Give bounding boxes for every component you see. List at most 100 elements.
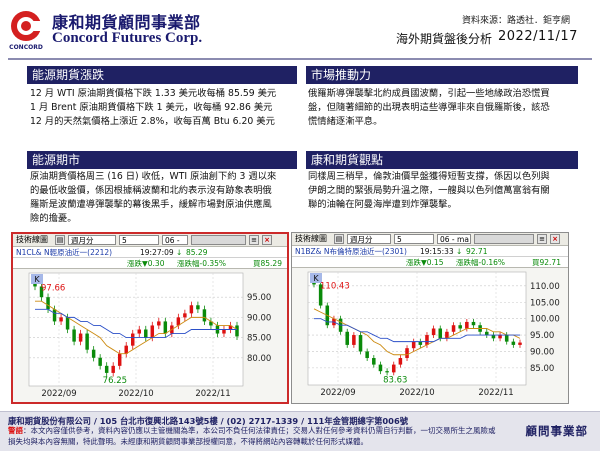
change-bar: 漲跌▼0.15 漲跌幅-0.16% 買92.71 <box>292 257 568 268</box>
disclaimer: 警語：本文內容僅供參考，資料內容仍應以主管機關為準，本公司不負任何法律責任；交易… <box>8 425 498 447</box>
period-select[interactable]: 週月分 <box>68 235 116 245</box>
k-label: K <box>313 274 319 283</box>
candle-body <box>465 321 469 329</box>
close-icon[interactable]: × <box>550 234 560 244</box>
candle-body <box>458 325 462 329</box>
price-chart-svg: 80.00 85.00 90.00 95.00 2022/09 2022/10 2022/1… <box>28 272 271 399</box>
energy-market-line: 的最低收盤價，係因根據稱波蘭和北約表示沒有跡象表明俄 <box>30 185 272 196</box>
outlook-line: 聯的油輪在阿曼海岸遭到炸彈襲擊。 <box>308 199 457 210</box>
price-plot: 85.00 90.00 95.00 100.00 105.00 110.00 2022/09… <box>292 268 568 403</box>
candle-body <box>411 341 416 349</box>
candle-body <box>504 335 509 342</box>
market-drivers-line: 俄羅斯導彈襲擊北約成員國波蘭，引起一些地緣政治恐慌買 <box>308 88 550 99</box>
y-tick-label: 105.00 <box>530 298 560 308</box>
report-date: 2022/11/17 <box>498 29 578 44</box>
disclaimer-text: ：本文內容僅供參考，資料內容仍應以主管機關為準，本公司不負任何法律責任；交易人對… <box>8 426 496 446</box>
price-change-pct: 漲跌幅-0.35% <box>177 259 227 268</box>
candle-body <box>189 305 194 314</box>
y-tick-label: 90.00 <box>530 347 554 357</box>
report-footer: 康和期貨股份有限公司 / 105 台北市復興北路143號5樓 / (02) 27… <box>0 411 600 451</box>
bid-price: 買85.29 <box>253 259 282 268</box>
energy-market-line: 原油期貨價格周三 (16 日) 收低，WTI 原油創下約 3 週以來 <box>30 171 277 182</box>
candle-body <box>98 357 102 366</box>
brand-name-en: Concord Futures Corp. <box>52 30 203 46</box>
candle-body <box>518 342 522 345</box>
candle-body <box>59 317 63 322</box>
contract-select[interactable]: 06 - <box>162 235 188 245</box>
candle-body <box>372 358 376 365</box>
candle-body <box>202 309 207 322</box>
chart-toolbar: 技術線圖 ▤ 週月分 5 06 - ≡ × <box>13 234 287 247</box>
last-price: 85.29 <box>186 248 208 257</box>
energy-futures-body: 12 月 WTI 原油期貨價格下跌 1.33 美元收每桶 85.59 美元 1 … <box>30 87 298 129</box>
x-tick-label: 2022/10 <box>399 388 434 398</box>
x-tick-label: 2022/10 <box>118 389 153 399</box>
candle-body <box>46 297 50 310</box>
quote-bar: N1BZ& N布倫特原油近一(2301) 19:15:33 ↓ 92.71 <box>292 246 568 257</box>
menu-icon[interactable]: ≡ <box>537 234 547 244</box>
candle-body <box>150 325 155 338</box>
close-icon[interactable]: × <box>262 235 272 245</box>
y-tick-label: 110.00 <box>530 282 560 292</box>
candle-body <box>91 349 96 358</box>
concord-logo-icon: CONCORD <box>9 11 43 51</box>
y-tick-label: 85.00 <box>530 364 554 374</box>
quote-bar: N1CL& N輕原油近一(2212) 19:27:09 ↓ 85.29 <box>13 247 287 258</box>
chart-widget-title: 技術線圖 <box>295 234 327 243</box>
outlook-heading: 康和期貨觀點 <box>306 151 578 169</box>
candle-body <box>131 333 135 346</box>
scroll-bar[interactable] <box>474 234 534 244</box>
period-select[interactable]: 週月分 <box>347 234 391 244</box>
candle-body <box>391 364 396 373</box>
candle-body <box>431 328 436 336</box>
energy-market-body: 原油期貨價格周三 (16 日) 收低，WTI 原油創下約 3 週以來 的最低收盤… <box>30 170 298 226</box>
chart-widget-title: 技術線圖 <box>16 235 48 244</box>
y-tick-label: 90.00 <box>247 313 271 323</box>
candle-body <box>485 331 489 336</box>
candle-body <box>438 328 443 339</box>
candle-body <box>345 331 349 345</box>
candle-body <box>52 309 57 322</box>
candle-body <box>183 313 187 318</box>
outlook-line: 同樣周三稍早，倫敦油價早盤獲得短暫支撐，係因以色列與 <box>308 171 550 182</box>
market-drivers-line: 慌情緒逐漸平息。 <box>308 116 383 127</box>
candle-body <box>385 371 389 373</box>
x-tick-label: 2022/11 <box>195 389 230 399</box>
y-tick-label: 95.00 <box>530 331 554 341</box>
menu-icon[interactable]: ≡ <box>249 235 259 245</box>
bid-price: 買92.71 <box>532 258 561 267</box>
department-name: 顧問事業部 <box>525 424 588 438</box>
candle-body <box>235 325 239 337</box>
count-select[interactable]: 5 <box>394 234 434 244</box>
energy-market-heading: 能源期市 <box>27 151 297 169</box>
candle-body <box>405 348 409 359</box>
candle-body <box>144 329 148 338</box>
y-tick-label: 100.00 <box>530 315 560 325</box>
low-label: 83.63 <box>383 375 407 385</box>
wti-chart-widget: 技術線圖 ▤ 週月分 5 06 - ≡ × N1CL& N輕原油近一(2212)… <box>11 232 289 404</box>
high-label: 110.43 <box>320 281 350 291</box>
k-label: K <box>34 275 40 284</box>
candle-body <box>137 329 141 334</box>
price-chart-svg: 85.00 90.00 95.00 100.00 105.00 110.00 2022/09… <box>307 271 560 398</box>
candle-body <box>491 335 496 339</box>
price-plot: 80.00 85.00 90.00 95.00 2022/09 2022/10 2022/1… <box>13 269 287 404</box>
count-select[interactable]: 5 <box>119 235 159 245</box>
quote-time: 19:27:09 <box>140 248 174 257</box>
scroll-bar[interactable] <box>191 235 246 245</box>
price-change: 漲跌▼0.15 <box>406 258 444 267</box>
candle-body <box>425 335 429 345</box>
candle-body <box>365 351 369 359</box>
candle-body <box>398 358 403 365</box>
contract-select[interactable]: 06 - ma <box>437 234 471 244</box>
chart-type-button[interactable]: ▤ <box>334 234 344 244</box>
candle-body <box>418 341 423 345</box>
candle-body <box>163 321 168 334</box>
chart-type-button[interactable]: ▤ <box>55 235 65 245</box>
candle-body <box>111 365 115 373</box>
candle-body <box>196 305 200 310</box>
symbol-label[interactable]: N1CL& N輕原油近一(2212) <box>16 247 112 258</box>
symbol-label[interactable]: N1BZ& N布倫特原油近一(2301) <box>295 246 407 257</box>
down-arrow-icon: ↓ <box>456 247 463 256</box>
chart-toolbar: 技術線圖 ▤ 週月分 5 06 - ma ≡ × <box>292 233 568 246</box>
